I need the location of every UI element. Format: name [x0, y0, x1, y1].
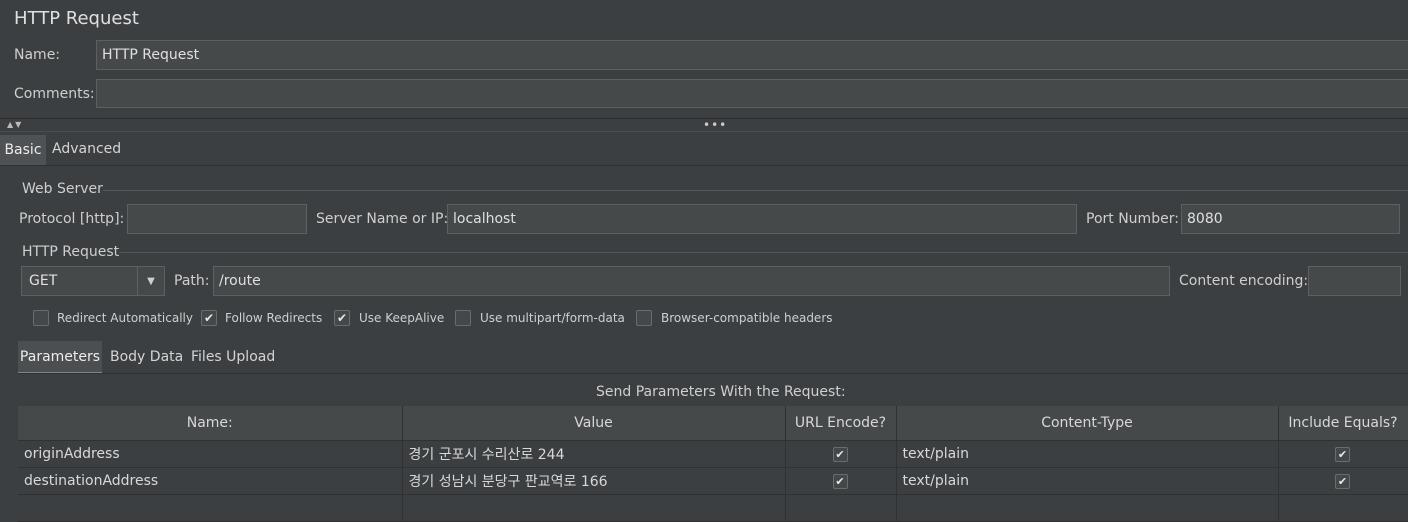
- method-value: GET: [29, 273, 58, 289]
- content-encoding-label: Content encoding:: [1179, 273, 1309, 289]
- url-encode-cell[interactable]: ✔: [785, 440, 897, 468]
- empty-cell: [402, 494, 786, 522]
- url-encode-checkbox[interactable]: ✔: [832, 446, 848, 462]
- table-row[interactable]: originAddress 경기 군포시 수리산로 244 ✔ text/pla…: [18, 440, 1408, 468]
- include-equals-checkbox[interactable]: ✔: [1335, 473, 1350, 489]
- include-equals-checkbox[interactable]: ✔: [1335, 446, 1350, 462]
- protocol-label: Protocol [http]:: [19, 211, 125, 227]
- browser-compatible-headers-label: Browser-compatible headers: [661, 311, 833, 325]
- table-row[interactable]: [18, 494, 1408, 522]
- param-name-cell[interactable]: originAddress: [18, 440, 403, 468]
- empty-cell: [785, 494, 897, 522]
- table-row[interactable]: destinationAddress 경기 성남시 분당구 판교역로 166 ✔…: [18, 467, 1408, 495]
- browser-compatible-headers-checkbox[interactable]: [636, 310, 652, 326]
- page-title: HTTP Request: [14, 8, 139, 29]
- method-select[interactable]: GET ▼: [21, 266, 165, 296]
- path-field[interactable]: /route: [213, 266, 1170, 296]
- param-value-cell[interactable]: 경기 군포시 수리산로 244: [402, 440, 786, 468]
- subtab-bar-line: [18, 373, 1408, 374]
- tab-advanced[interactable]: Advanced: [52, 141, 121, 157]
- follow-redirects-label: Follow Redirects: [225, 311, 323, 325]
- url-encode-checkbox[interactable]: ✔: [832, 473, 848, 489]
- comments-field[interactable]: [96, 79, 1408, 108]
- splitter-handle-icon[interactable]: •••: [703, 118, 727, 132]
- empty-cell: [1278, 494, 1408, 522]
- port-label: Port Number:: [1086, 211, 1179, 227]
- column-header-value[interactable]: Value: [402, 406, 786, 441]
- empty-cell: [18, 494, 403, 522]
- redirect-automatically-label: Redirect Automatically: [57, 311, 193, 325]
- protocol-field[interactable]: [127, 204, 307, 234]
- content-encoding-field[interactable]: [1308, 266, 1401, 296]
- empty-cell: [896, 494, 1279, 522]
- use-keepalive-label: Use KeepAlive: [359, 311, 445, 325]
- tab-body-data[interactable]: Body Data: [110, 349, 183, 365]
- column-header-include-equals[interactable]: Include Equals?: [1278, 406, 1408, 441]
- params-caption: Send Parameters With the Request:: [596, 384, 846, 400]
- content-type-cell[interactable]: text/plain: [896, 467, 1279, 495]
- path-label: Path:: [174, 273, 210, 289]
- comments-label: Comments:: [14, 86, 95, 102]
- tab-files-upload[interactable]: Files Upload: [191, 349, 275, 365]
- include-equals-cell[interactable]: ✔: [1278, 467, 1408, 495]
- http-request-rule: [119, 252, 1408, 253]
- chevron-down-icon[interactable]: ▼: [137, 267, 164, 295]
- web-server-section-title: Web Server: [22, 181, 103, 197]
- port-field[interactable]: 8080: [1181, 204, 1400, 234]
- column-header-url-encode[interactable]: URL Encode?: [785, 406, 897, 441]
- follow-redirects-checkbox[interactable]: ✔: [201, 310, 217, 326]
- server-field[interactable]: localhost: [447, 204, 1077, 234]
- table-header-row: Name: Value URL Encode? Content-Type Inc…: [18, 406, 1408, 441]
- use-keepalive-checkbox[interactable]: ✔: [334, 310, 350, 326]
- collapse-arrows-icon[interactable]: ▲▼: [7, 120, 23, 129]
- url-encode-cell[interactable]: ✔: [785, 467, 897, 495]
- use-multipart-label: Use multipart/form-data: [480, 311, 625, 325]
- tab-bar-line: [0, 165, 1408, 166]
- name-label: Name:: [14, 47, 61, 63]
- parameters-table: Name: Value URL Encode? Content-Type Inc…: [18, 406, 1408, 522]
- tab-parameters[interactable]: Parameters: [18, 341, 102, 374]
- name-field[interactable]: HTTP Request: [96, 40, 1408, 70]
- column-header-name[interactable]: Name:: [18, 406, 403, 441]
- param-value-cell[interactable]: 경기 성남시 분당구 판교역로 166: [402, 467, 786, 495]
- server-label: Server Name or IP:: [316, 211, 449, 227]
- param-name-cell[interactable]: destinationAddress: [18, 467, 403, 495]
- column-header-content-type[interactable]: Content-Type: [896, 406, 1279, 441]
- redirect-automatically-checkbox[interactable]: [33, 310, 49, 326]
- use-multipart-checkbox[interactable]: [455, 310, 471, 326]
- http-request-section-title: HTTP Request: [22, 244, 120, 260]
- include-equals-cell[interactable]: ✔: [1278, 440, 1408, 468]
- content-type-cell[interactable]: text/plain: [896, 440, 1279, 468]
- splitter-bottom-line: [0, 131, 1408, 132]
- tab-basic[interactable]: Basic: [0, 135, 46, 165]
- web-server-rule: [103, 190, 1408, 191]
